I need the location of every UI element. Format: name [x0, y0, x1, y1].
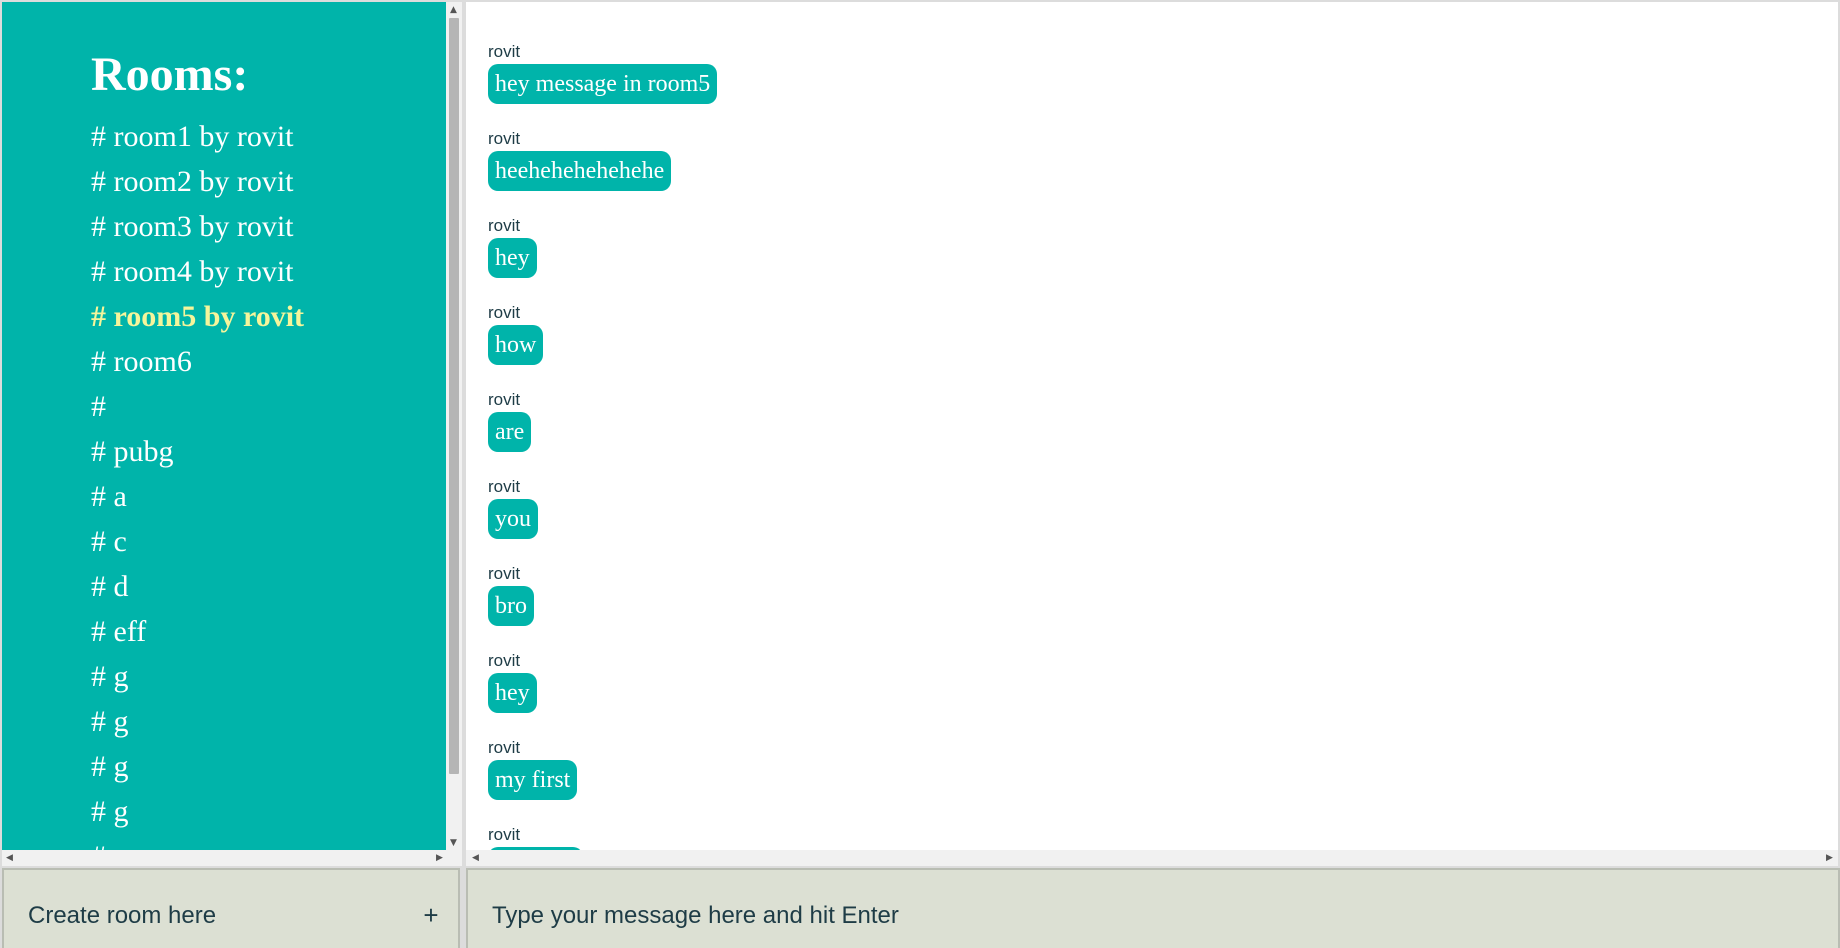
scroll-right-arrow-icon[interactable]: ▶ [436, 853, 443, 863]
sidebar-vertical-scrollbar[interactable]: ▲ ▼ [446, 2, 462, 850]
room-item[interactable]: # d [91, 567, 129, 607]
message-list: rovit hey message in room5 rovit heeheheheh… [466, 2, 1838, 850]
messages-horizontal-scrollbar[interactable]: ◀ ▶ [466, 850, 1838, 866]
room-item[interactable]: # room3 by rovit [91, 207, 294, 247]
message-input[interactable] [490, 898, 1794, 934]
message-item: rovit hey [488, 216, 537, 278]
room-item[interactable]: # room4 by rovit [91, 252, 294, 292]
scroll-right-arrow-icon[interactable]: ▶ [1826, 853, 1833, 863]
scroll-up-arrow-icon[interactable]: ▲ [450, 5, 457, 15]
message-bubble: are [488, 412, 532, 452]
room-item[interactable]: # a [91, 477, 127, 517]
message-item: rovit hey [488, 651, 537, 713]
message-bubble: you [488, 499, 538, 539]
sidebar-horizontal-scrollbar[interactable]: ◀ ▶ [2, 850, 462, 866]
room-item[interactable]: # g [91, 747, 129, 787]
rooms-sidebar: Rooms: # room1 by rovit # room2 by rovit #… [2, 2, 448, 850]
room-item[interactable]: # [91, 837, 106, 850]
room-list: Rooms: # room1 by rovit # room2 by rovit #… [2, 2, 448, 850]
room-item[interactable]: # g [91, 792, 129, 832]
room-item[interactable]: # room2 by rovit [91, 162, 294, 202]
message-username: rovit [488, 390, 521, 409]
message-bubble: how [488, 325, 544, 365]
scrollbar-thumb[interactable] [449, 18, 459, 774]
scroll-left-arrow-icon[interactable]: ◀ [6, 853, 13, 863]
message-bubble: hey [488, 673, 537, 713]
room-item[interactable]: # pubg [91, 432, 174, 472]
message-bubble: hey message in room5 [488, 64, 718, 104]
room-item[interactable]: # g [91, 657, 129, 697]
message-composer [466, 868, 1840, 948]
message-username: rovit [488, 216, 521, 235]
message-item: rovit my first [488, 738, 578, 800]
create-room-bar: + [2, 868, 460, 948]
message-username: rovit [488, 477, 521, 496]
rooms-heading: Rooms: [91, 48, 249, 101]
message-item: rovit are [488, 390, 532, 452]
message-item: rovit you [488, 477, 538, 539]
message-username: rovit [488, 129, 521, 148]
message-item: rovit bro [488, 564, 534, 626]
message-username: rovit [488, 651, 521, 670]
message-username: rovit [488, 42, 521, 61]
create-room-input[interactable] [26, 898, 390, 934]
message-item: rovit hey message in room5 [488, 42, 718, 104]
room-item[interactable]: # room1 by rovit [91, 117, 294, 157]
message-bubble: heehehehehehehe [488, 151, 672, 191]
room-item[interactable]: # room6 [91, 342, 192, 382]
room-item[interactable]: # g [91, 702, 129, 742]
add-room-button[interactable]: + [416, 898, 446, 932]
message-bubble: my first [488, 760, 578, 800]
room-item[interactable]: # c [91, 522, 127, 562]
scroll-down-arrow-icon[interactable]: ▼ [450, 838, 457, 848]
room-item[interactable]: # eff [91, 612, 146, 652]
message-username: rovit [488, 564, 521, 583]
room-item[interactable]: # room5 by rovit [91, 297, 304, 337]
message-item: rovit heehehehehehehe [488, 129, 672, 191]
message-bubble: hey [488, 238, 537, 278]
room-item[interactable]: # [91, 387, 106, 427]
message-username: rovit [488, 825, 521, 844]
message-item: rovitmessage [488, 825, 584, 850]
message-bubble: bro [488, 586, 534, 626]
message-username: rovit [488, 738, 521, 757]
scroll-left-arrow-icon[interactable]: ◀ [472, 853, 479, 863]
message-username: rovit [488, 303, 521, 322]
message-item: rovit how [488, 303, 544, 365]
